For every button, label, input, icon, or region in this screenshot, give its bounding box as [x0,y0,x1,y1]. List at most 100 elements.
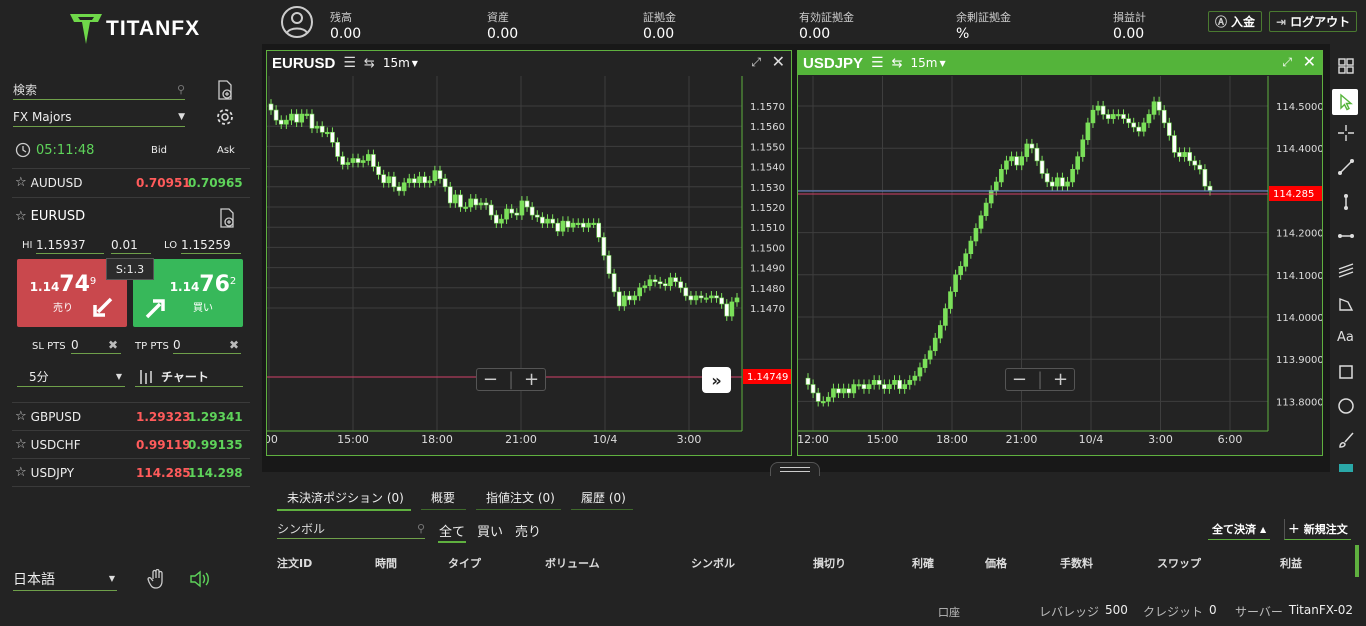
plus-icon: + [1288,521,1300,537]
indicator-list-icon[interactable]: ☰ [343,55,356,71]
logout-button[interactable]: ⇥ ログアウト [1269,11,1358,32]
quote-row[interactable]: ☆ GBPUSD 1.29323 1.29341 [12,402,250,430]
expand-icon[interactable]: ⤢ [1282,55,1292,70]
account-item: 損益計 0.00 [1113,9,1146,42]
cursor-tool-icon[interactable] [1332,89,1358,115]
crosshair-icon[interactable] [1337,124,1355,142]
quote-bid[interactable]: 0.70951 [136,176,191,190]
close-all-button[interactable]: 全て決済 ▲ [1208,519,1271,540]
account-label: 口座 [938,606,960,619]
table-column-header[interactable]: ボリューム [545,555,600,571]
bottom-tab[interactable]: 指値注文 (0) [476,484,565,510]
search-icon: ⚲ [176,83,185,96]
sl-clear-icon[interactable]: ✖ [108,338,118,352]
one-click-trading-hand-icon[interactable] [147,568,165,592]
quote-bid[interactable]: 0.99119 [136,438,191,452]
table-column-header[interactable]: 注文ID [277,555,312,571]
bottom-tab[interactable]: 未決済ポジション (0) [277,484,414,510]
expand-icon[interactable]: ⤢ [751,55,761,70]
timeframe-select[interactable]: 5分 ▼ [17,367,125,387]
bottom-tab[interactable]: 履歴 (0) [571,484,636,510]
quote-bid[interactable]: 114.285 [136,466,191,480]
selected-symbol-header[interactable]: ☆ EURUSD [15,209,85,224]
brush-tool-icon[interactable] [1337,431,1355,449]
table-column-header[interactable]: スワップ [1157,555,1201,571]
quote-bid[interactable]: 1.29323 [136,410,191,424]
table-column-header[interactable]: タイプ [448,555,481,571]
parallel-channel-icon[interactable] [1337,261,1355,279]
candle-body [1177,152,1182,157]
star-icon[interactable]: ☆ [12,175,27,190]
table-column-header[interactable]: 利確 [912,555,934,571]
side-filter-option[interactable]: 売り [514,521,542,541]
table-column-header[interactable]: 損切り [813,555,846,571]
chart-timeframe[interactable]: 15m [383,56,410,70]
open-chart-button[interactable]: チャート [135,367,243,387]
circle-tool-icon[interactable] [1337,397,1355,415]
search-input[interactable]: 検索 ⚲ [13,80,185,100]
x-tick-label: 3:00 [677,433,702,446]
x-tick-label: 15:00 [337,433,369,446]
quote-ask[interactable]: 1.29341 [188,410,250,424]
quote-ask[interactable]: 0.99135 [188,438,250,452]
quote-row[interactable]: ☆ USDJPY 114.285 114.298 [12,458,250,486]
close-chart-icon[interactable]: ✕ [772,52,785,71]
zoom-in-icon[interactable]: + [1053,369,1068,390]
star-icon[interactable]: ☆ [12,409,27,424]
usdjpy-candlestick-chart[interactable]: 114.5000114.4000114.3000114.2000114.1000… [798,76,1322,455]
deposit-button[interactable]: Ⓐ 入金 [1208,11,1263,32]
quote-row[interactable]: ☆ USDCHF 0.99119 0.99135 [12,430,250,458]
text-tool-icon[interactable]: Aa [1337,330,1354,345]
zoom-out-icon[interactable]: − [1012,369,1027,390]
zoom-in-icon[interactable]: + [524,369,539,390]
add-list-icon[interactable] [216,80,234,100]
table-column-header[interactable]: 時間 [375,555,397,571]
table-column-header[interactable]: 価格 [985,555,1007,571]
horizontal-line-icon[interactable] [1337,227,1355,245]
settings-gear-icon[interactable] [215,107,235,127]
quote-ask[interactable]: 114.298 [188,466,250,480]
layout-grid-icon[interactable] [1338,58,1354,74]
zoom-out-icon[interactable]: − [483,369,498,390]
quote-row[interactable]: ☆ AUDUSD 0.70951 0.70965 [12,168,250,196]
eurusd-candlestick-chart[interactable]: 1.1570 1.1560 1.1550 1.1540 1.1530 1.1520 1.15… [267,76,791,455]
user-avatar[interactable] [281,6,313,38]
candle-body [1131,122,1136,128]
logout-icon: ⇥ [1276,14,1287,29]
y-tick-label: 114.1000 [1276,271,1322,282]
chart-timeframe[interactable]: 15m [911,56,938,70]
scrollbar-thumb[interactable] [1355,545,1359,577]
table-column-header[interactable]: 利益 [1280,555,1302,571]
sound-icon[interactable] [189,570,213,591]
scroll-to-latest-icon[interactable]: » [702,367,731,393]
rectangle-tool-icon[interactable] [1337,363,1355,381]
color-swatch[interactable] [1339,464,1353,472]
compare-arrows-icon[interactable]: ⇆ [892,56,903,71]
candle-body [529,206,535,216]
watchlist-select[interactable]: FX Majors ▼ [13,107,185,127]
panel-resize-handle[interactable] [770,462,820,476]
side-filter-option[interactable]: 全て [438,521,467,543]
side-filter-option[interactable]: 買い [476,521,504,541]
vertical-line-icon[interactable] [1337,193,1355,211]
zoom-controls-usdjpy: − | + [1005,368,1075,391]
language-select[interactable]: 日本語 ▼ [13,567,117,591]
star-icon[interactable]: ☆ [12,437,27,452]
lot-size-input[interactable]: 0.01 [111,238,151,254]
close-chart-icon[interactable]: ✕ [1303,52,1316,71]
path-tool-icon[interactable] [1337,295,1355,313]
new-order-button[interactable]: + 新規注文 [1284,519,1351,540]
quote-ask[interactable]: 0.70965 [188,176,250,190]
candle-body [647,279,653,287]
trend-line-icon[interactable] [1337,158,1355,176]
tp-clear-icon[interactable]: ✖ [229,338,239,352]
star-icon[interactable]: ☆ [15,209,27,224]
table-column-header[interactable]: 手数料 [1060,555,1093,571]
table-column-header[interactable]: シンボル [691,555,735,571]
add-order-icon[interactable] [218,208,236,228]
bottom-tab[interactable]: 概要 [421,484,465,510]
star-icon[interactable]: ☆ [12,465,27,480]
symbol-filter-input[interactable]: シンボル ⚲ [277,520,425,539]
indicator-list-icon[interactable]: ☰ [871,55,884,71]
compare-arrows-icon[interactable]: ⇆ [364,56,375,71]
